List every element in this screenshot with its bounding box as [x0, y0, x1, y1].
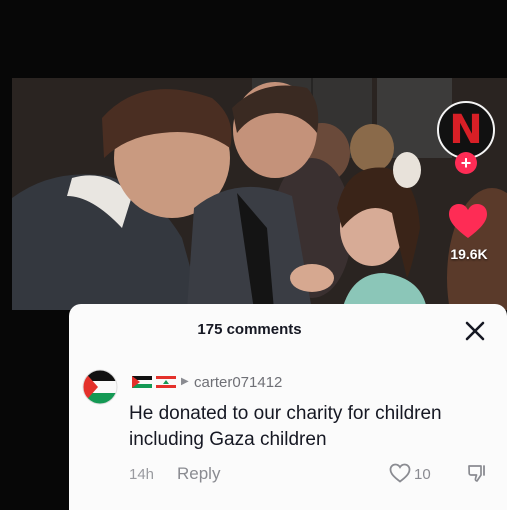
netflix-logo-icon: N [449, 107, 483, 153]
comments-panel: 175 comments ▶ carter071412 He donated t… [69, 304, 507, 510]
video-frame-image [12, 78, 507, 310]
creator-avatar[interactable]: N [437, 101, 495, 159]
comment-like-count: 10 [414, 466, 431, 483]
like-count: 19.6K [450, 246, 488, 262]
video-player[interactable] [12, 78, 507, 310]
comment-like-icon[interactable] [389, 463, 411, 483]
screenshot: N + 19.6K 175 comments ▶ carter071412 He… [0, 0, 507, 510]
comment-text: He donated to our charity for children i… [129, 403, 442, 450]
reply-arrow-icon: ▶ [181, 376, 189, 387]
comments-count-title: 175 comments [197, 321, 302, 338]
follow-button[interactable]: + [455, 152, 477, 174]
comment-timestamp: 14h [129, 466, 155, 483]
reply-button[interactable]: Reply [177, 464, 220, 484]
commenter-avatar[interactable] [82, 369, 118, 405]
comment-username[interactable]: carter071412 [194, 374, 282, 391]
dislike-icon[interactable] [467, 463, 487, 483]
close-icon[interactable] [464, 320, 486, 342]
user-flags-icon [132, 376, 176, 388]
like-heart-icon[interactable] [448, 203, 488, 239]
